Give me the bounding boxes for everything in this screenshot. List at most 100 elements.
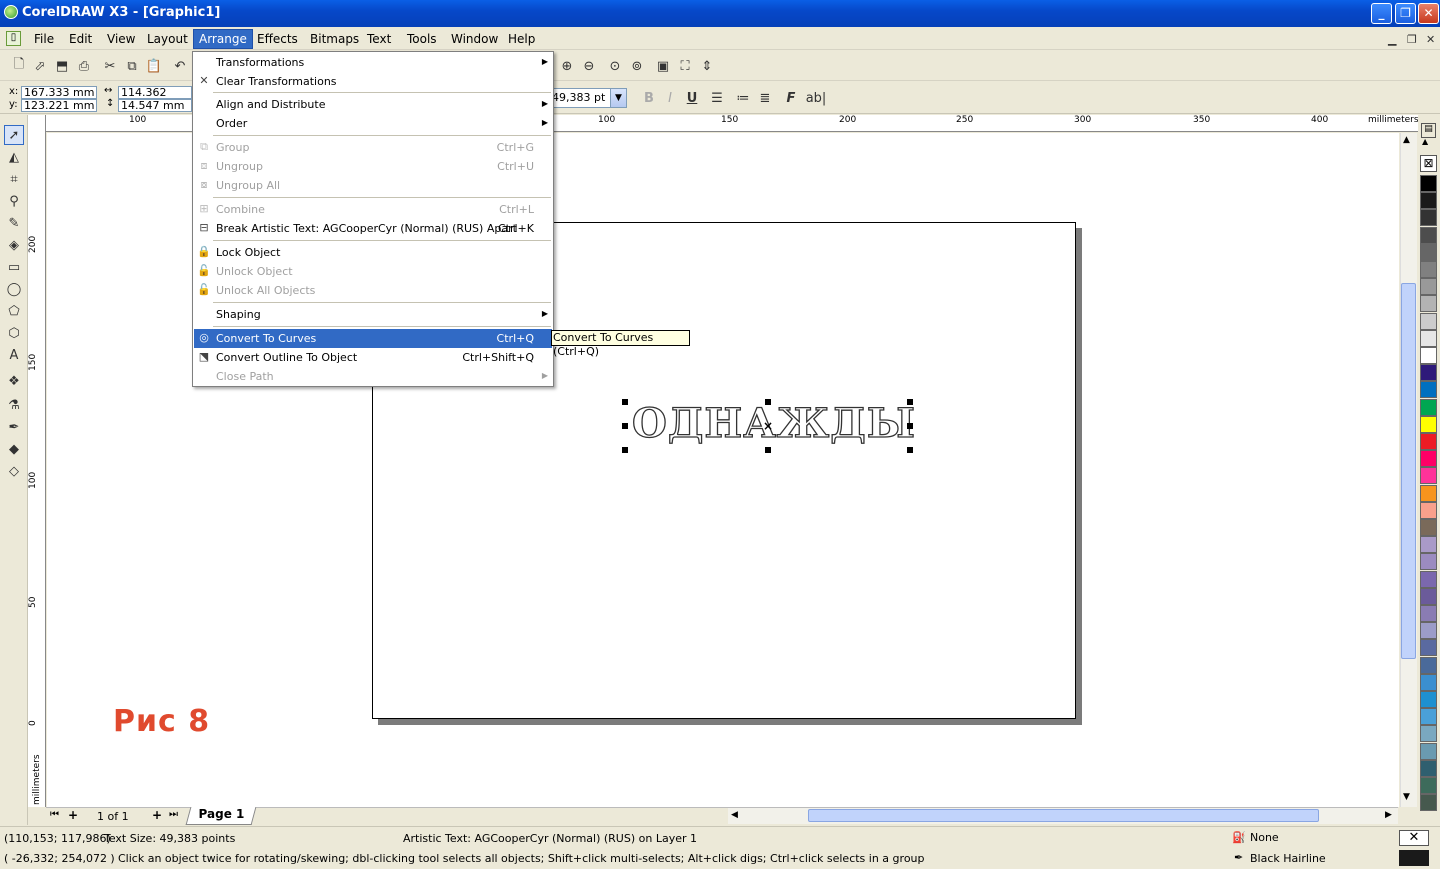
bold-icon[interactable]: B	[640, 89, 658, 107]
color-swatch[interactable]	[1420, 587, 1437, 605]
italic-icon[interactable]: I	[661, 89, 679, 107]
color-swatch[interactable]	[1420, 501, 1437, 519]
freehand-tool-icon[interactable]: ✎	[4, 213, 24, 233]
text-tool-icon[interactable]: A	[4, 345, 24, 365]
color-swatch[interactable]	[1420, 467, 1437, 485]
selection-handle[interactable]	[907, 399, 913, 405]
cut-icon[interactable]: ✂	[101, 57, 119, 75]
palette-options-icon[interactable]: ▤	[1421, 123, 1436, 138]
bullet-list-icon[interactable]: ≔	[734, 89, 752, 107]
color-swatch[interactable]	[1420, 759, 1437, 777]
menu-file[interactable]: File	[30, 31, 58, 47]
color-swatch[interactable]	[1420, 484, 1437, 502]
menu-item-shaping[interactable]: Shaping ▶	[194, 305, 552, 324]
color-swatch[interactable]	[1420, 570, 1437, 588]
zoom-out-icon[interactable]: ⊖	[580, 57, 598, 75]
menu-tools[interactable]: Tools	[403, 31, 441, 47]
font-size-combo[interactable]: 49,383 pt ▼	[549, 88, 627, 108]
zoom-page-icon[interactable]: ▣	[654, 57, 672, 75]
shape-tool-icon[interactable]: ◭	[4, 147, 24, 167]
color-swatch[interactable]	[1420, 622, 1437, 640]
paste-icon[interactable]: 📋	[145, 57, 163, 75]
format-text-icon[interactable]: F	[782, 89, 800, 107]
edit-text-icon[interactable]: ab|	[804, 89, 828, 107]
color-swatch[interactable]	[1420, 398, 1437, 416]
menu-view[interactable]: View	[103, 31, 139, 47]
color-swatch[interactable]	[1420, 226, 1437, 244]
menu-layout[interactable]: Layout	[143, 31, 192, 47]
color-swatch[interactable]	[1420, 364, 1437, 382]
pick-tool-icon[interactable]: ➚	[4, 125, 24, 145]
selection-handle[interactable]	[907, 423, 913, 429]
no-color-swatch-icon[interactable]: ⊠	[1420, 155, 1437, 172]
vertical-ruler[interactable]: 200 150 100 50 0 millimeters	[28, 115, 46, 807]
scroll-left-icon[interactable]: ◀	[731, 810, 738, 820]
menu-item-transformations[interactable]: Transformations ▶	[194, 53, 552, 72]
menu-text[interactable]: Text	[363, 31, 395, 47]
save-icon[interactable]: ⬒	[53, 57, 71, 75]
polygon-tool-icon[interactable]: ⬠	[4, 301, 24, 321]
menu-item-unlock-object[interactable]: 🔓 Unlock Object	[194, 262, 552, 281]
menu-item-order[interactable]: Order ▶	[194, 114, 552, 133]
scroll-right-icon[interactable]: ▶	[1385, 810, 1392, 820]
color-swatch[interactable]	[1420, 708, 1437, 726]
color-swatch[interactable]	[1420, 536, 1437, 554]
color-swatch[interactable]	[1420, 347, 1437, 364]
print-icon[interactable]: ⎙	[75, 57, 93, 75]
menu-arrange[interactable]: Arrange	[193, 29, 253, 49]
height-field[interactable]: 14.547 mm	[118, 99, 192, 112]
menu-window[interactable]: Window	[447, 31, 502, 47]
menu-item-convert-to-curves[interactable]: ◎ Convert To Curves Ctrl+Q	[194, 329, 552, 348]
menu-bitmaps[interactable]: Bitmaps	[306, 31, 363, 47]
fill-tool-icon[interactable]: ◆	[4, 439, 24, 459]
document-icon[interactable]: ▯	[6, 31, 21, 46]
selection-handle[interactable]	[622, 423, 628, 429]
zoom-tool-icon[interactable]: ⚲	[4, 191, 24, 211]
doc-restore-button[interactable]: ❐	[1407, 33, 1417, 46]
color-swatch[interactable]	[1420, 175, 1437, 192]
y-position-field[interactable]: 123.221 mm	[21, 99, 97, 112]
crop-tool-icon[interactable]: ⌗	[4, 169, 24, 189]
menu-item-unlock-all[interactable]: 🔓 Unlock All Objects	[194, 281, 552, 300]
eyedropper-icon[interactable]: ⚗	[4, 395, 24, 415]
menu-item-group[interactable]: ⧉ Group Ctrl+G	[194, 138, 552, 157]
smart-fill-icon[interactable]: ◈	[4, 235, 24, 255]
underline-icon[interactable]: U	[683, 89, 701, 107]
color-swatch[interactable]	[1420, 639, 1437, 657]
basic-shapes-icon[interactable]: ⬡	[4, 323, 24, 343]
color-swatch[interactable]	[1420, 656, 1437, 674]
color-swatch[interactable]	[1420, 295, 1437, 313]
vertical-scroll-thumb[interactable]	[1401, 283, 1416, 659]
color-swatch[interactable]	[1420, 725, 1437, 743]
menu-item-ungroup[interactable]: ⧈ Ungroup Ctrl+U	[194, 157, 552, 176]
color-swatch[interactable]	[1420, 209, 1437, 227]
selection-handle[interactable]	[765, 447, 771, 453]
color-swatch[interactable]	[1420, 433, 1437, 450]
palette-scroll-up-icon[interactable]: ▲	[1422, 137, 1428, 146]
ellipse-tool-icon[interactable]: ◯	[4, 279, 24, 299]
page-tab-1[interactable]: Page 1	[185, 807, 257, 825]
color-swatch[interactable]	[1420, 691, 1437, 708]
doc-close-button[interactable]: ✕	[1426, 33, 1435, 46]
zoom-all-icon[interactable]: ⊚	[628, 57, 646, 75]
width-field[interactable]: 114.362 mm	[118, 86, 192, 109]
color-swatch[interactable]	[1420, 673, 1437, 691]
color-swatch[interactable]	[1420, 243, 1437, 261]
color-swatch[interactable]	[1420, 329, 1437, 347]
new-icon[interactable]: 🗋	[10, 57, 28, 75]
color-swatch[interactable]	[1420, 605, 1437, 622]
menu-help[interactable]: Help	[504, 31, 539, 47]
color-swatch[interactable]	[1420, 450, 1437, 468]
selection-handle[interactable]	[907, 447, 913, 453]
open-icon[interactable]: ⬀	[31, 57, 49, 75]
menu-item-combine[interactable]: ⊞ Combine Ctrl+L	[194, 200, 552, 219]
zoom-height-icon[interactable]: ⇕	[698, 57, 716, 75]
menu-item-break-apart[interactable]: ⊟ Break Artistic Text: AGCooperCyr (Norma…	[194, 219, 552, 238]
close-button[interactable]: ✕	[1418, 3, 1439, 24]
chevron-down-icon[interactable]: ▼	[610, 89, 626, 107]
color-swatch[interactable]	[1420, 415, 1437, 433]
menu-item-close-path[interactable]: Close Path ▶	[194, 367, 552, 386]
add-page-before-icon[interactable]: +	[68, 808, 78, 822]
zoom-width-icon[interactable]: ⛶	[676, 57, 694, 75]
x-position-field[interactable]: 167.333 mm	[21, 86, 97, 99]
